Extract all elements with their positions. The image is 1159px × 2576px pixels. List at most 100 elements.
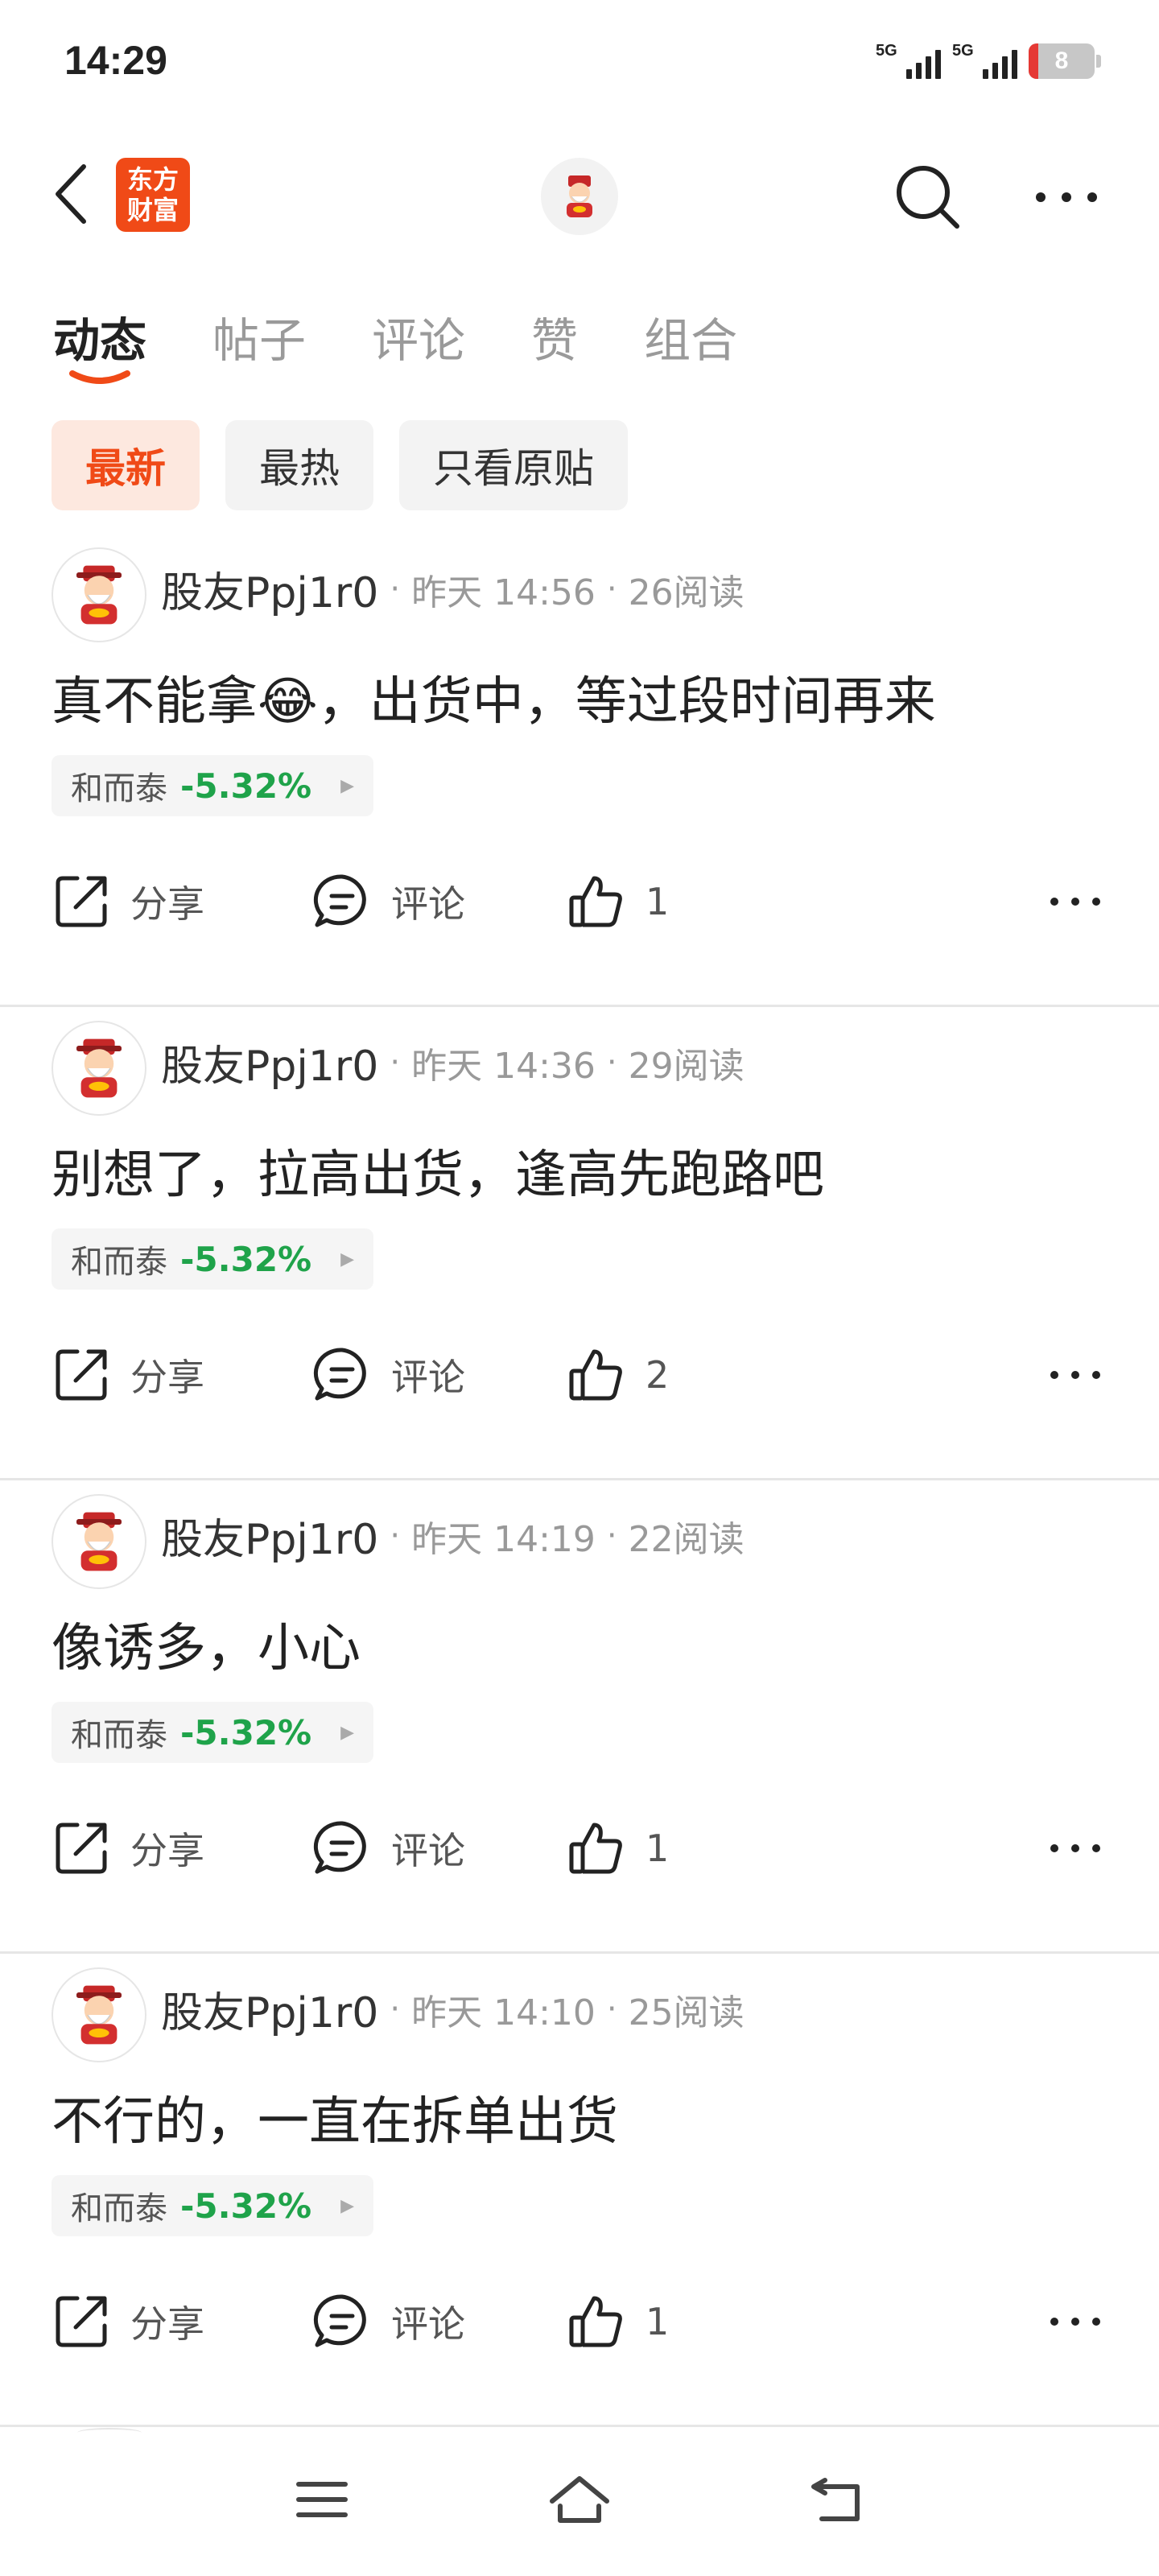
post-time: 昨天 14:56 [411, 572, 596, 613]
like-button[interactable]: 1 [567, 861, 669, 942]
tab-label: 动态 [53, 313, 147, 368]
back-button[interactable] [47, 158, 95, 230]
post-content[interactable]: 别想了，拉高出货，逢高先跑路吧 [52, 1133, 824, 1208]
post-time: 昨天 14:19 [411, 1518, 596, 1560]
share-button[interactable]: 分享 [52, 861, 204, 942]
more-horizontal-icon [1050, 2318, 1100, 2326]
more-options-button[interactable] [1030, 169, 1103, 225]
caishen-avatar-icon [76, 565, 122, 625]
share-label: 分享 [130, 2302, 204, 2346]
post-content[interactable]: 像诱多，小心 [52, 1607, 361, 1681]
thumbs-up-icon [569, 876, 622, 927]
network-type-label: 5G [952, 42, 974, 60]
share-icon [56, 1823, 107, 1874]
read-count: 29阅读 [628, 1045, 744, 1087]
logo-text-line1: 东方 [126, 164, 179, 195]
author-name[interactable]: 股友Ppj1r0 [161, 1032, 378, 1092]
system-nav-bar [0, 2423, 1159, 2576]
stock-tag[interactable]: 和而泰 -5.32% ▶ [52, 755, 374, 816]
tab-likes[interactable]: 赞 [531, 303, 578, 370]
search-button[interactable] [889, 158, 966, 235]
stock-tag[interactable]: 和而泰 -5.32% ▶ [52, 2175, 374, 2236]
like-count: 1 [645, 880, 670, 923]
active-tab-indicator [69, 370, 130, 384]
more-horizontal-icon [1050, 1371, 1100, 1379]
caishen-avatar-icon [567, 175, 592, 217]
filter-chips: 最新 最热 只看原贴 [52, 420, 628, 510]
stock-tag[interactable]: 和而泰 -5.32% ▶ [52, 1228, 374, 1290]
avatar[interactable] [52, 1967, 146, 2062]
filter-latest[interactable]: 最新 [52, 420, 200, 510]
network-type-label: 5G [876, 42, 897, 60]
like-button[interactable]: 1 [567, 2281, 669, 2362]
share-label: 分享 [130, 882, 204, 926]
tab-dynamics[interactable]: 动态 [53, 303, 147, 384]
comment-button[interactable]: 评论 [312, 861, 465, 942]
comment-label: 评论 [391, 882, 465, 926]
stock-tag[interactable]: 和而泰 -5.32% ▶ [52, 1702, 374, 1763]
signal-icon: 5G [952, 42, 1017, 79]
tab-comments[interactable]: 评论 [372, 303, 465, 370]
author-name[interactable]: 股友Ppj1r0 [161, 1505, 378, 1566]
separator-dot: · [390, 1043, 401, 1081]
stock-name: 和而泰 [71, 1244, 167, 1281]
stock-name: 和而泰 [71, 2190, 167, 2227]
play-arrow-icon: ▶ [340, 1722, 355, 1743]
more-horizontal-icon [1050, 898, 1100, 906]
tab-posts[interactable]: 帖子 [212, 303, 306, 370]
menu-button[interactable] [278, 2455, 366, 2544]
share-icon [56, 1349, 107, 1401]
caishen-avatar-icon [76, 1512, 122, 1571]
tab-label: 评论 [372, 313, 466, 368]
post-more-button[interactable] [1043, 1335, 1107, 1415]
avatar[interactable] [52, 1494, 146, 1589]
like-count: 1 [645, 1827, 670, 1870]
post-meta: 股友Ppj1r0 · 昨天 14:56 · 26阅读 [161, 559, 744, 619]
battery-icon: 8 [1029, 43, 1101, 79]
separator-dot: · [606, 1990, 617, 2028]
comment-button[interactable]: 评论 [312, 2281, 465, 2362]
filter-original-only[interactable]: 只看原贴 [399, 420, 628, 510]
thumbs-up-icon [569, 2296, 622, 2347]
post-more-button[interactable] [1043, 861, 1107, 942]
post-item[interactable]: 股友Ppj1r0 · 昨天 14:56 · 26阅读 真不能拿😂，出货中，等过段… [0, 531, 1159, 1007]
tab-portfolio[interactable]: 组合 [644, 303, 737, 370]
thumbs-up-icon [569, 1349, 622, 1401]
post-more-button[interactable] [1043, 2281, 1107, 2362]
share-button[interactable]: 分享 [52, 2281, 204, 2362]
comment-button[interactable]: 评论 [312, 1808, 465, 1889]
stock-change: -5.32% [180, 2186, 312, 2226]
post-item[interactable]: 股友Ppj1r0 · 昨天 14:36 · 29阅读 别想了，拉高出货，逢高先跑… [0, 1005, 1159, 1480]
comment-button[interactable]: 评论 [312, 1335, 465, 1415]
avatar[interactable] [52, 547, 146, 642]
avatar[interactable] [52, 1021, 146, 1116]
author-name[interactable]: 股友Ppj1r0 [161, 1979, 378, 2039]
author-name[interactable]: 股友Ppj1r0 [161, 559, 378, 619]
app-logo[interactable]: 东方 财富 [116, 158, 190, 232]
back-nav-button[interactable] [793, 2455, 881, 2544]
play-arrow-icon: ▶ [340, 1249, 355, 1269]
like-button[interactable]: 1 [567, 1808, 669, 1889]
post-item[interactable]: 股友Ppj1r0 · 昨天 14:19 · 22阅读 像诱多，小心 和而泰 -5… [0, 1478, 1159, 1954]
filter-hottest[interactable]: 最热 [225, 420, 373, 510]
post-item[interactable]: 股友Ppj1r0 · 昨天 14:10 · 25阅读 不行的，一直在拆单出货 和… [0, 1951, 1159, 2427]
post-content[interactable]: 不行的，一直在拆单出货 [52, 2080, 618, 2154]
post-more-button[interactable] [1043, 1808, 1107, 1889]
status-time: 14:29 [64, 38, 167, 83]
post-meta: 股友Ppj1r0 · 昨天 14:19 · 22阅读 [161, 1505, 744, 1566]
home-button[interactable] [535, 2455, 624, 2544]
more-horizontal-icon [1036, 192, 1097, 202]
stock-change: -5.32% [180, 1712, 312, 1752]
separator-dot: · [390, 570, 401, 608]
share-button[interactable]: 分享 [52, 1808, 204, 1889]
signal-icon: 5G [876, 42, 941, 79]
post-content[interactable]: 真不能拿😂，出货中，等过段时间再来 [52, 660, 936, 734]
comment-label: 评论 [391, 2302, 465, 2346]
like-button[interactable]: 2 [567, 1335, 669, 1415]
post-time: 昨天 14:10 [411, 1992, 596, 2033]
user-avatar[interactable] [541, 158, 618, 235]
separator-dot: · [606, 1043, 617, 1081]
post-actions: 分享 评论 1 [52, 861, 1107, 942]
stock-name: 和而泰 [71, 770, 167, 807]
share-button[interactable]: 分享 [52, 1335, 204, 1415]
